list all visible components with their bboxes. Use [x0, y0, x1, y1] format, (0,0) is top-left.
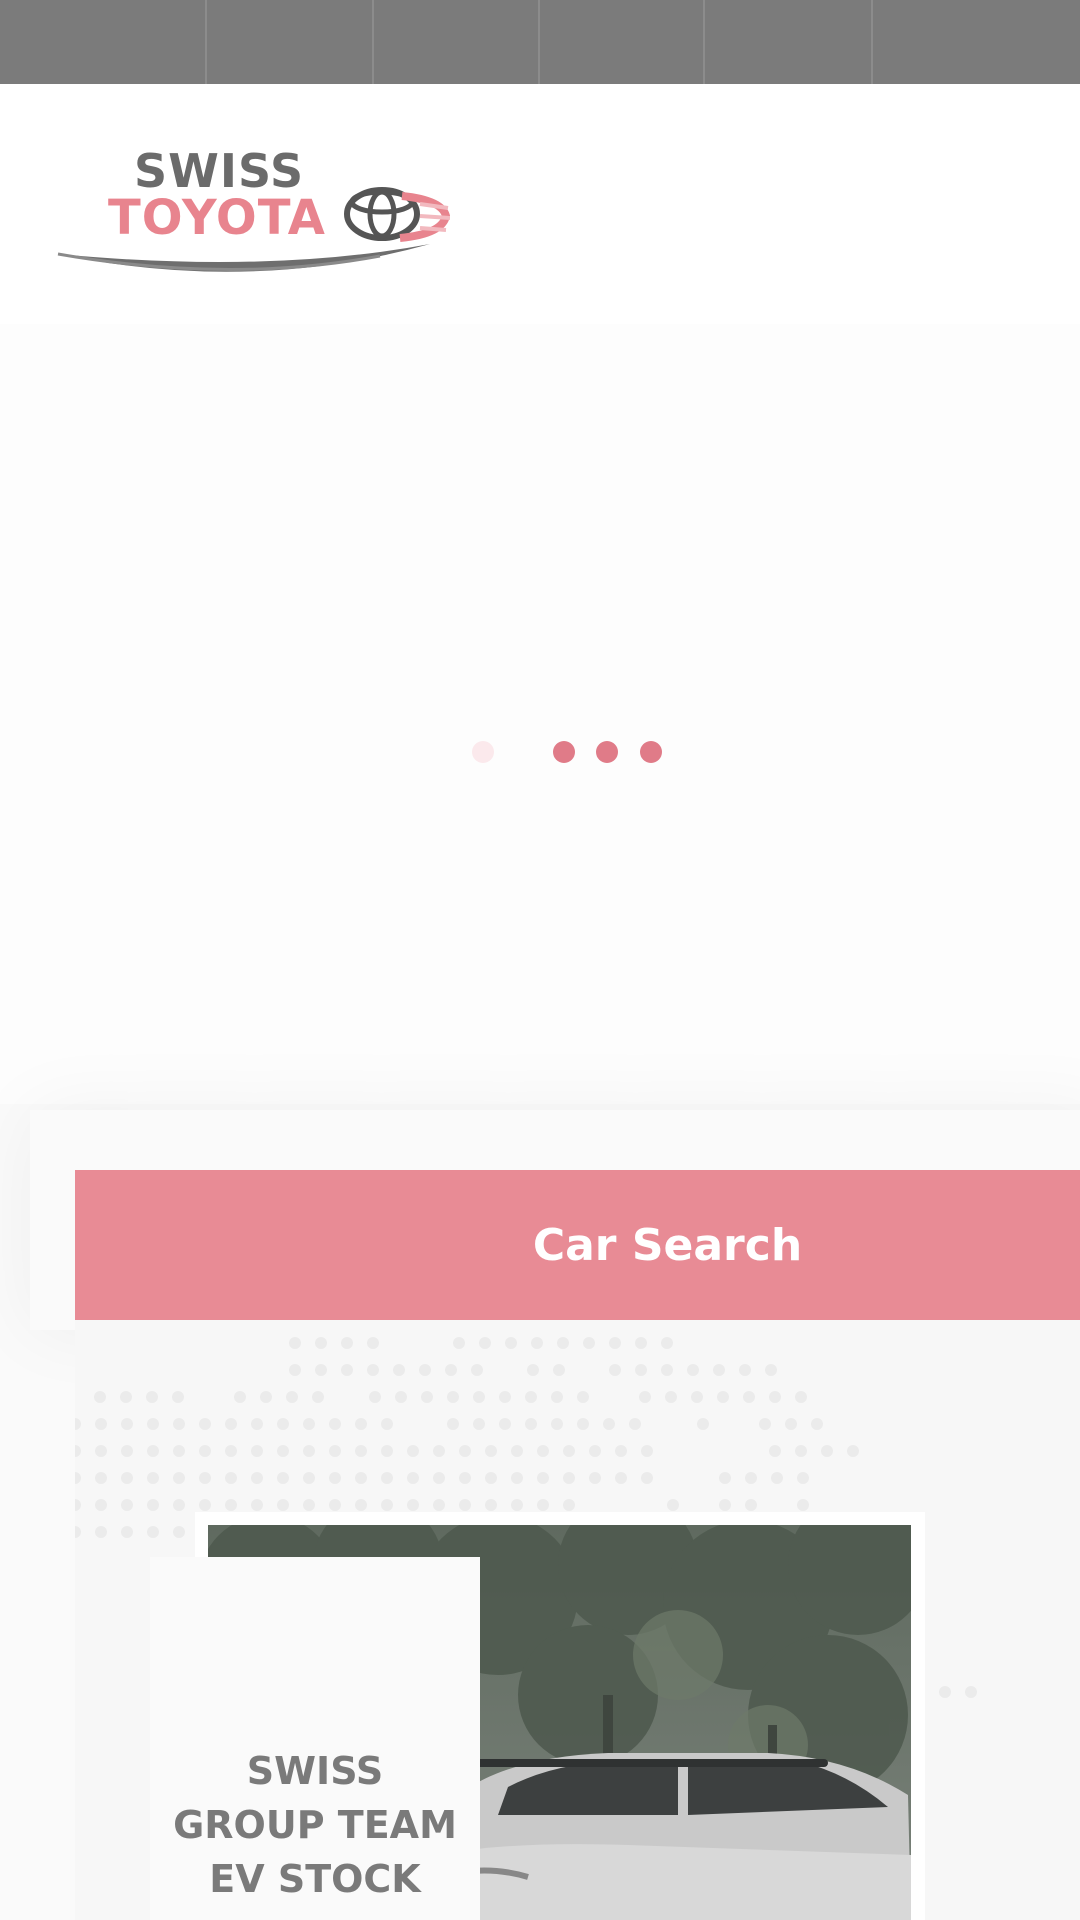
nav-segment[interactable]	[540, 0, 705, 84]
nav-segment[interactable]	[705, 0, 873, 84]
hero-loader-area	[0, 324, 1080, 1104]
ev-stock-title-line-1: SWISS	[246, 1749, 384, 1793]
site-header: SWISS TOYOTA	[0, 84, 1080, 324]
car-search-button[interactable]: Car Search	[75, 1170, 1080, 1320]
nav-segment[interactable]	[873, 0, 1080, 84]
toyota-emblem-icon	[57, 187, 450, 272]
ev-stock-card[interactable]: SWISS GROUP TEAM EV STOCK	[150, 1557, 480, 1920]
page: SWISS TOYOTA Car Search SWISS GROUP TEAM…	[0, 0, 1080, 1920]
site-logo[interactable]: SWISS TOYOTA	[50, 134, 450, 284]
ev-stock-title-line-3: EV STOCK	[209, 1857, 421, 1901]
nav-segment[interactable]	[207, 0, 374, 84]
nav-segment[interactable]	[0, 0, 207, 84]
ev-stock-title-line-2: GROUP TEAM	[173, 1803, 457, 1847]
nav-segment[interactable]	[374, 0, 540, 84]
car-search-label: Car Search	[532, 1219, 803, 1271]
top-nav-bar	[0, 0, 1080, 84]
